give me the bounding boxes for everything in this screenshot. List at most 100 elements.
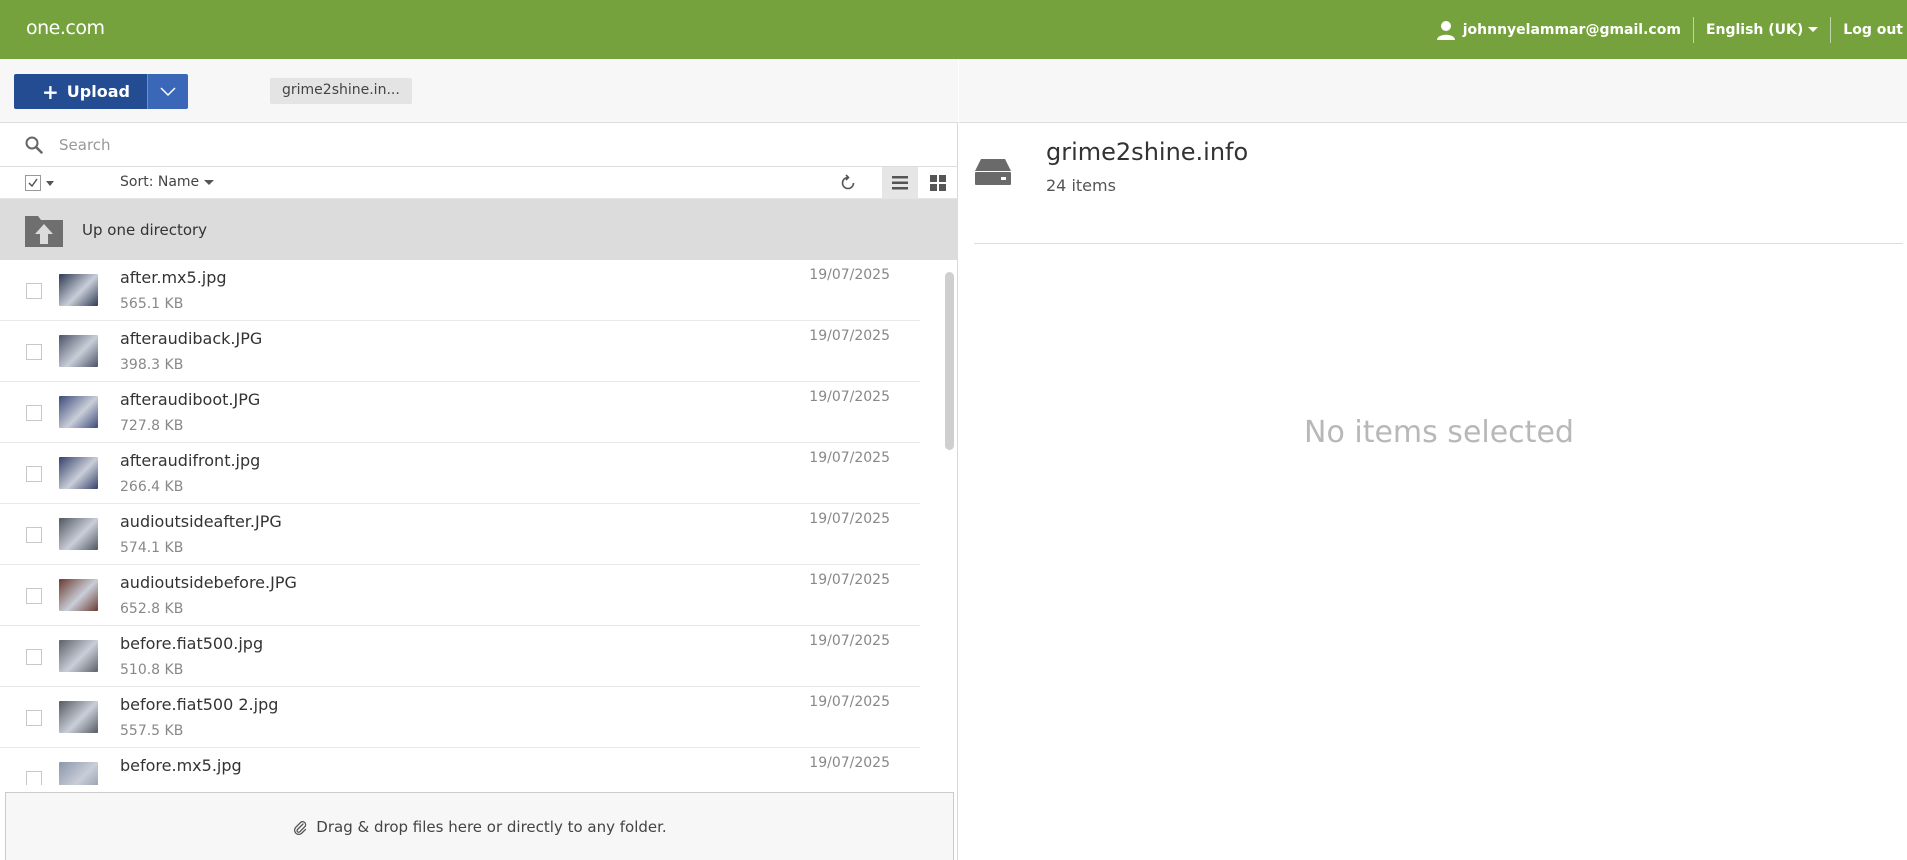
- file-date: 19/07/2025: [809, 755, 890, 771]
- file-name[interactable]: before.fiat500.jpg: [120, 634, 263, 653]
- grid-view-icon: [930, 175, 946, 191]
- drive-icon: [975, 159, 1011, 185]
- file-size: 510.8 KB: [120, 662, 184, 678]
- file-row[interactable]: afteraudiboot.JPG 727.8 KB 19/07/2025: [0, 382, 920, 443]
- file-size: 398.3 KB: [120, 357, 184, 373]
- file-name[interactable]: before.mx5.jpg: [120, 756, 242, 775]
- select-options-chevron-icon[interactable]: [46, 181, 54, 186]
- top-right-menu: johnnyelammar@gmail.com English (UK) Log…: [1435, 0, 1907, 59]
- file-thumbnail[interactable]: [59, 518, 98, 550]
- file-name[interactable]: audioutsidebefore.JPG: [120, 573, 297, 592]
- up-one-directory-label: Up one directory: [82, 220, 208, 239]
- user-email: johnnyelammar@gmail.com: [1462, 21, 1681, 38]
- file-browser-pane: + Upload grime2shine.in... Sort: Name: [0, 59, 958, 860]
- file-date: 19/07/2025: [809, 450, 890, 466]
- sort-dropdown[interactable]: Sort: Name: [120, 174, 215, 190]
- select-all-checkbox[interactable]: [25, 175, 41, 191]
- file-date: 19/07/2025: [809, 694, 890, 710]
- upload-dropdown-button[interactable]: [147, 74, 188, 109]
- file-size: 266.4 KB: [120, 479, 184, 495]
- file-size: 652.8 KB: [120, 601, 184, 617]
- file-thumbnail[interactable]: [59, 640, 98, 672]
- file-row[interactable]: audioutsideafter.JPG 574.1 KB 19/07/2025: [0, 504, 920, 565]
- logo[interactable]: one.com: [26, 17, 105, 39]
- folder-up-icon: [25, 215, 63, 247]
- file-checkbox[interactable]: [26, 771, 42, 785]
- file-thumbnail[interactable]: [59, 457, 98, 489]
- file-row[interactable]: before.fiat500.jpg 510.8 KB 19/07/2025: [0, 626, 920, 687]
- file-checkbox[interactable]: [26, 527, 42, 543]
- file-size: 557.5 KB: [120, 723, 184, 739]
- file-name[interactable]: afteraudiboot.JPG: [120, 390, 260, 409]
- user-account[interactable]: johnnyelammar@gmail.com: [1435, 19, 1693, 41]
- up-one-directory[interactable]: Up one directory: [0, 199, 958, 260]
- file-date: 19/07/2025: [809, 633, 890, 649]
- file-thumbnail[interactable]: [59, 762, 98, 785]
- file-thumbnail[interactable]: [59, 274, 98, 306]
- sort-label: Sort: Name: [120, 174, 200, 190]
- user-icon: [1436, 20, 1455, 40]
- file-date: 19/07/2025: [809, 267, 890, 283]
- chevron-down-icon: [1808, 27, 1819, 32]
- plus-icon: +: [42, 79, 59, 104]
- folder-title: grime2shine.info: [1046, 138, 1249, 166]
- file-thumbnail[interactable]: [59, 701, 98, 733]
- grid-view-button[interactable]: [920, 167, 956, 199]
- refresh-icon: [841, 174, 855, 190]
- drop-zone-text: Drag & drop files here or directly to an…: [316, 818, 667, 836]
- details-pane: grime2shine.info 24 items: [959, 59, 1907, 860]
- breadcrumb[interactable]: grime2shine.in...: [270, 78, 412, 104]
- file-checkbox[interactable]: [26, 283, 42, 299]
- logout-link[interactable]: Log out: [1831, 22, 1907, 38]
- checkmark-icon: [28, 178, 38, 188]
- file-date: 19/07/2025: [809, 572, 890, 588]
- drop-zone[interactable]: Drag & drop files here or directly to an…: [5, 792, 954, 860]
- file-size: 727.8 KB: [120, 418, 184, 434]
- file-thumbnail[interactable]: [59, 335, 98, 367]
- file-name[interactable]: audioutsideafter.JPG: [120, 512, 282, 531]
- file-name[interactable]: afteraudifront.jpg: [120, 451, 260, 470]
- file-row[interactable]: before.fiat500 2.jpg 557.5 KB 19/07/2025: [0, 687, 920, 748]
- empty-selection-message: No items selected: [1304, 415, 1574, 450]
- upload-label: Upload: [66, 82, 130, 101]
- file-row[interactable]: audioutsidebefore.JPG 652.8 KB 19/07/2025: [0, 565, 920, 626]
- file-checkbox[interactable]: [26, 466, 42, 482]
- file-checkbox[interactable]: [26, 405, 42, 421]
- sort-bar: Sort: Name: [0, 167, 958, 199]
- file-list: after.mx5.jpg 565.1 KB 19/07/2025 afteraudi…: [0, 260, 950, 785]
- file-name[interactable]: before.fiat500 2.jpg: [120, 695, 278, 714]
- file-thumbnail[interactable]: [59, 579, 98, 611]
- file-thumbnail[interactable]: [59, 396, 98, 428]
- file-checkbox[interactable]: [26, 710, 42, 726]
- file-checkbox[interactable]: [26, 588, 42, 604]
- top-bar: one.com johnnyelammar@gmail.com English …: [0, 0, 1907, 59]
- chevron-down-icon: [160, 86, 176, 96]
- scrollbar[interactable]: [945, 272, 954, 450]
- file-date: 19/07/2025: [809, 511, 890, 527]
- file-row[interactable]: afteraudifront.jpg 266.4 KB 19/07/2025: [0, 443, 920, 504]
- file-checkbox[interactable]: [26, 649, 42, 665]
- file-name[interactable]: after.mx5.jpg: [120, 268, 227, 287]
- chevron-down-icon: [204, 179, 215, 185]
- paperclip-icon: [294, 821, 307, 835]
- list-view-button[interactable]: [882, 167, 918, 199]
- file-row[interactable]: after.mx5.jpg 565.1 KB 19/07/2025: [0, 260, 920, 321]
- file-name[interactable]: afteraudiback.JPG: [120, 329, 262, 348]
- item-count: 24 items: [1046, 176, 1116, 195]
- upload-button[interactable]: + Upload: [14, 74, 147, 109]
- details-toolbar: [959, 59, 1907, 123]
- language-label: English (UK): [1705, 21, 1804, 38]
- file-checkbox[interactable]: [26, 344, 42, 360]
- divider: [974, 243, 1903, 244]
- search-bar: [0, 123, 958, 167]
- search-icon: [25, 136, 43, 154]
- file-row[interactable]: before.mx5.jpg 19/07/2025: [0, 748, 920, 785]
- file-row[interactable]: afteraudiback.JPG 398.3 KB 19/07/2025: [0, 321, 920, 382]
- language-selector[interactable]: English (UK): [1694, 22, 1830, 38]
- list-view-icon: [892, 176, 908, 190]
- file-date: 19/07/2025: [809, 328, 890, 344]
- search-input[interactable]: [59, 135, 859, 154]
- refresh-button[interactable]: [838, 173, 858, 197]
- file-size: 574.1 KB: [120, 540, 184, 556]
- file-size: 565.1 KB: [120, 296, 184, 312]
